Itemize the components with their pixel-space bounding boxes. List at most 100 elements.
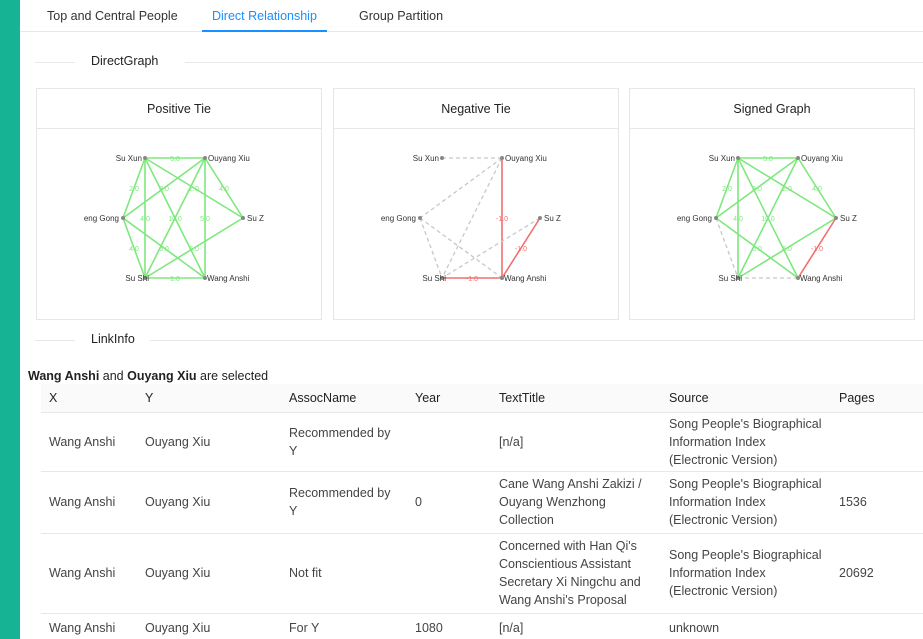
node-ouyang-xiu[interactable]: [796, 156, 800, 160]
cell-source: Song People's Biographical Information I…: [661, 533, 831, 614]
edge-weight-label: 5.0: [763, 156, 773, 163]
cell-texttitle: [n/a]: [491, 412, 661, 472]
edge-weight-label: 2.0: [129, 186, 139, 193]
table-row[interactable]: Wang Anshi Ouyang Xiu Not fit Concerned …: [41, 533, 923, 614]
node-su-xun[interactable]: [736, 156, 740, 160]
divider: [185, 62, 923, 63]
cell-year: [407, 533, 491, 614]
node-label-su-xun[interactable]: Su Xun: [116, 154, 142, 163]
node-label-eng-gong[interactable]: eng Gong: [84, 214, 119, 223]
tab-direct-relationship[interactable]: Direct Relationship: [202, 0, 327, 32]
col-header-source[interactable]: Source: [661, 384, 831, 413]
cell-pages: [831, 613, 923, 639]
table-header-row: X Y AssocName Year TextTitle Source Page…: [41, 384, 923, 413]
node-label-wang-anshi[interactable]: Wang Anshi: [207, 274, 250, 283]
node-label-eng-gong[interactable]: eng Gong: [381, 214, 416, 223]
node-eng-gong[interactable]: [714, 216, 718, 220]
node-eng-gong[interactable]: [418, 216, 422, 220]
node-label-wang-anshi[interactable]: Wang Anshi: [800, 274, 843, 283]
link-info-title: LinkInfo: [91, 332, 135, 346]
cell-pages: [831, 412, 923, 472]
cell-y: Ouyang Xiu: [137, 533, 281, 614]
edge-weight-label: 6.0: [752, 246, 762, 253]
signed-graph-card: Signed Graph 5.0 2.0 4.0 2.0 3.0 10.0 4.0 6.0 6.…: [629, 88, 915, 320]
selected-person-a: Wang Anshi: [28, 369, 100, 383]
node-label-su-z[interactable]: Su Z: [544, 214, 561, 223]
direct-graph-section-header: DirectGraph: [20, 52, 923, 72]
cell-y: Ouyang Xiu: [137, 412, 281, 472]
edge-weight-label: -1.0: [811, 246, 823, 253]
edge-weight-label: 6.0: [189, 246, 199, 253]
edge-gong-sushi[interactable]: [419, 217, 443, 279]
col-header-pages[interactable]: Pages: [831, 384, 923, 413]
col-header-assocname[interactable]: AssocName: [281, 384, 407, 413]
cell-pages: 20692: [831, 533, 923, 614]
node-ouyang-xiu[interactable]: [203, 156, 207, 160]
edge-weight-label: 6.0: [159, 246, 169, 253]
tab-top-central-people[interactable]: Top and Central People: [47, 0, 178, 32]
edge-weight-label: 2.0: [722, 186, 732, 193]
cell-x: Wang Anshi: [41, 613, 137, 639]
node-label-eng-gong[interactable]: eng Gong: [677, 214, 712, 223]
node-label-wang-anshi[interactable]: Wang Anshi: [504, 274, 547, 283]
table-row[interactable]: Wang Anshi Ouyang Xiu For Y 1080 [n/a] u…: [41, 613, 923, 639]
selected-person-b: Ouyang Xiu: [127, 369, 197, 383]
edge-weight-label: 4.0: [812, 186, 822, 193]
node-label-ouyang-xiu[interactable]: Ouyang Xiu: [801, 154, 843, 163]
cell-assocname: Recommended by Y: [281, 471, 407, 534]
signed-graph-graph: 5.02.04.02.03.010.04.06.0 6.0 -1.0Su Xun Ou…: [677, 154, 857, 283]
link-info-section-header: LinkInfo: [20, 330, 923, 350]
table-row[interactable]: Wang Anshi Ouyang Xiu Recommended by Y […: [41, 412, 923, 472]
node-label-ouyang-xiu[interactable]: Ouyang Xiu: [208, 154, 250, 163]
edge-gong-wang[interactable]: [419, 217, 503, 279]
negative-tie-card: Negative Tie -1.0 -1.0 -1.0 Su Xun Ouyang Xi…: [333, 88, 619, 320]
node-label-su-shi[interactable]: Su Shi: [125, 274, 149, 283]
cell-texttitle: [n/a]: [491, 613, 661, 639]
cell-x: Wang Anshi: [41, 471, 137, 534]
divider: [35, 62, 75, 63]
node-label-su-z[interactable]: Su Z: [840, 214, 857, 223]
cell-assocname: Recommended by Y: [281, 412, 407, 472]
positive-tie-graph: 5.02.04.02.03.010.04.05.04.0 6.0 6.01.0Su …: [84, 154, 264, 283]
cell-assocname: For Y: [281, 613, 407, 639]
selection-caption: Wang Anshi and Ouyang Xiu are selected: [28, 369, 268, 383]
node-label-su-xun[interactable]: Su Xun: [709, 154, 735, 163]
col-header-year[interactable]: Year: [407, 384, 491, 413]
app-page: Top and Central People Direct Relationsh…: [20, 0, 923, 639]
col-header-y[interactable]: Y: [137, 384, 281, 413]
signed-graph-title: Signed Graph: [630, 89, 914, 129]
node-eng-gong[interactable]: [121, 216, 125, 220]
node-ouyang-xiu[interactable]: [500, 156, 504, 160]
cell-texttitle: Concerned with Han Qi's Conscientious As…: [491, 533, 661, 614]
node-su-xun[interactable]: [143, 156, 147, 160]
cell-year: 0: [407, 471, 491, 534]
col-header-x[interactable]: X: [41, 384, 137, 413]
table-row[interactable]: Wang Anshi Ouyang Xiu Recommended by Y 0…: [41, 471, 923, 534]
node-label-su-shi[interactable]: Su Shi: [422, 274, 446, 283]
edge-weight-label: 4.0: [219, 186, 229, 193]
positive-tie-card: Positive Tie 5.0 2.0 4.0 2.0 3.0 10.0 4.0 5.0 4.…: [36, 88, 322, 320]
node-label-ouyang-xiu[interactable]: Ouyang Xiu: [505, 154, 547, 163]
cell-assocname: Not fit: [281, 533, 407, 614]
tab-group-partition[interactable]: Group Partition: [359, 0, 443, 32]
edge-weight-label: 10.0: [761, 216, 775, 223]
edge-weight-label: 3.0: [159, 186, 169, 193]
node-label-su-xun[interactable]: Su Xun: [413, 154, 439, 163]
cell-year: [407, 412, 491, 472]
node-su-z[interactable]: [538, 216, 542, 220]
positive-tie-title: Positive Tie: [37, 89, 321, 129]
edge-ouyang-gong[interactable]: [419, 157, 503, 219]
node-su-z[interactable]: [241, 216, 245, 220]
cell-source: Song People's Biographical Information I…: [661, 412, 831, 472]
col-header-texttitle[interactable]: TextTitle: [491, 384, 661, 413]
node-label-su-shi[interactable]: Su Shi: [718, 274, 742, 283]
selection-suffix: are selected: [196, 369, 269, 383]
node-su-z[interactable]: [834, 216, 838, 220]
edge-weight-label: 5.0: [170, 156, 180, 163]
cell-x: Wang Anshi: [41, 412, 137, 472]
node-su-xun[interactable]: [440, 156, 444, 160]
edge-weight-label: -1.0: [496, 216, 508, 223]
node-label-su-z[interactable]: Su Z: [247, 214, 264, 223]
edge-weight-label: 3.0: [752, 186, 762, 193]
edge-weight-label: 6.0: [782, 246, 792, 253]
